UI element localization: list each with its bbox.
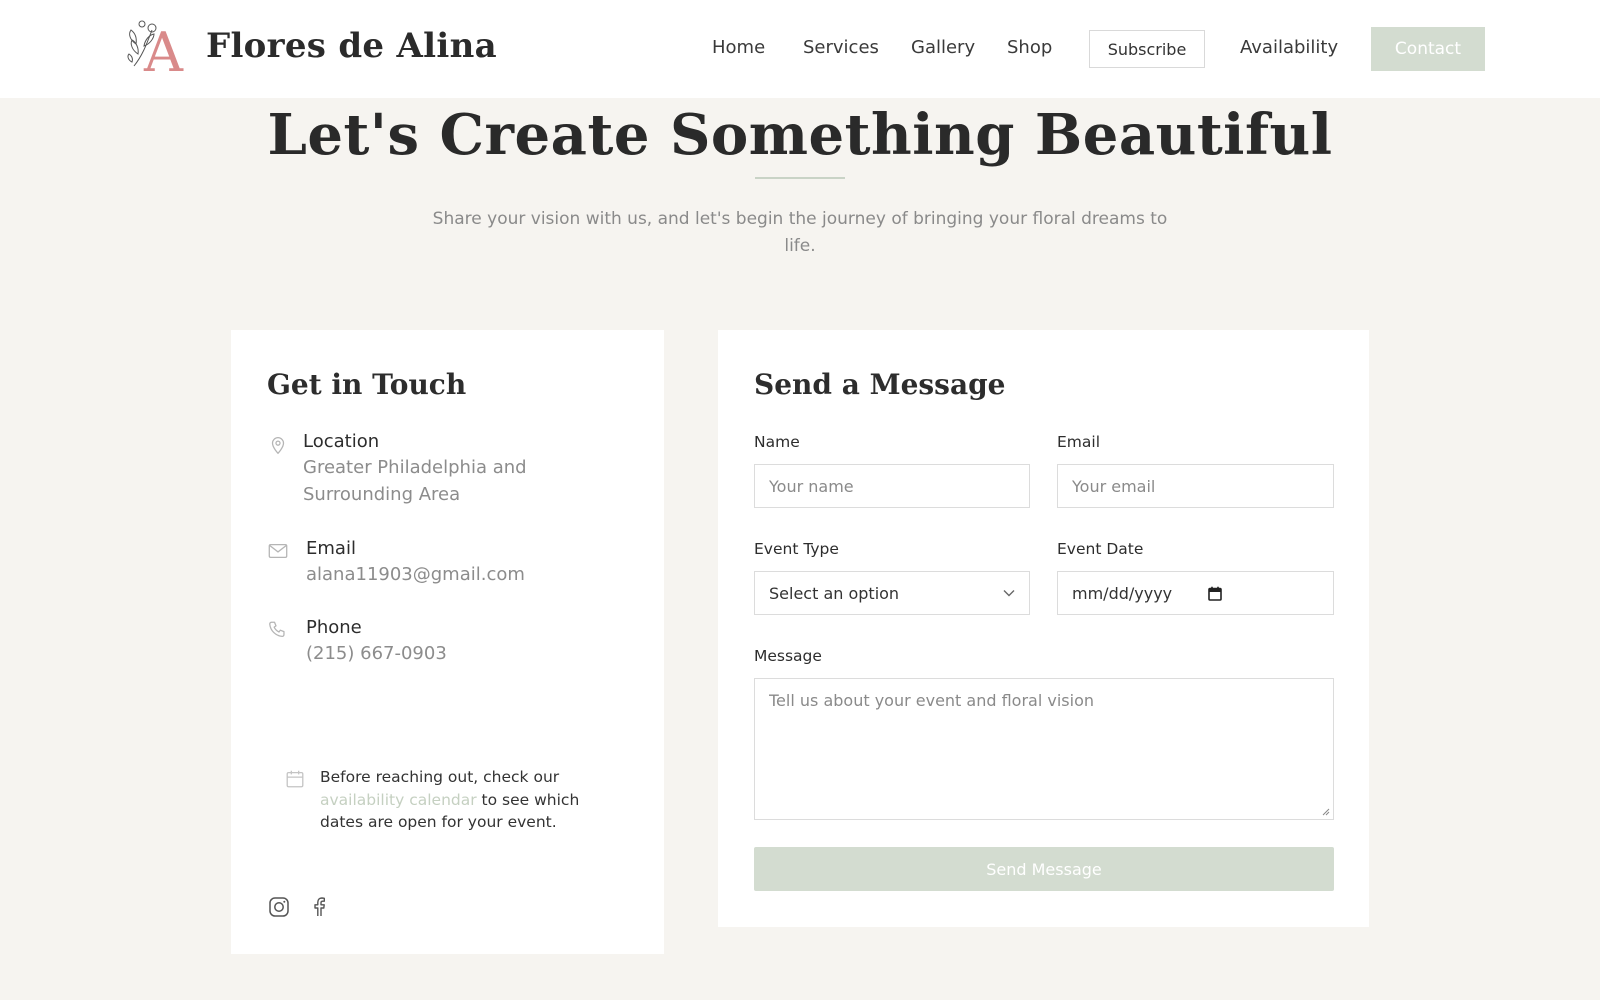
email-field-label: Email [1057, 433, 1101, 451]
calendar-icon [286, 770, 304, 788]
page-subtitle: Share your vision with us, and let's beg… [432, 209, 1168, 256]
calendar-picker-icon[interactable] [1208, 586, 1222, 601]
phone-icon [269, 621, 285, 638]
contact-info-title: Get in Touch [267, 368, 467, 401]
page-title: Let's Create Something Beautiful [267, 102, 1333, 168]
contact-button[interactable]: Contact [1371, 27, 1485, 71]
nav-availability[interactable]: Availability [1240, 37, 1338, 58]
message-form-card: Send a Message Name Email Event Type Sel… [718, 330, 1369, 927]
name-field-wrapper[interactable] [754, 464, 1030, 508]
event-type-label: Event Type [754, 540, 839, 558]
send-message-button[interactable]: Send Message [754, 847, 1334, 891]
name-label: Name [754, 433, 800, 451]
event-type-select[interactable]: Select an option [754, 571, 1030, 615]
message-field-wrapper[interactable] [754, 678, 1334, 820]
email-field-wrapper[interactable] [1057, 464, 1334, 508]
availability-calendar-link[interactable]: availability calendar [320, 791, 477, 809]
message-label: Message [754, 647, 822, 665]
message-form-title: Send a Message [754, 368, 1006, 401]
event-type-selected: Select an option [769, 583, 900, 603]
logo[interactable]: A [124, 16, 184, 84]
map-pin-icon [271, 437, 285, 455]
note-text-before: Before reaching out, check our [320, 768, 560, 786]
contact-info-card: Get in Touch Location Greater Philadelph… [231, 330, 664, 954]
nav-home[interactable]: Home [712, 37, 765, 58]
instagram-icon[interactable] [267, 895, 291, 919]
svg-text:A: A [143, 21, 184, 76]
message-textarea[interactable] [769, 691, 1333, 801]
email-label: Email [306, 538, 356, 559]
phone-value[interactable]: (215) 667-0903 [306, 640, 447, 667]
facebook-icon[interactable] [307, 895, 331, 919]
location-value: Greater Philadelphia and Surrounding Are… [303, 457, 527, 505]
nav-shop[interactable]: Shop [1007, 37, 1052, 58]
event-date-label: Event Date [1057, 540, 1144, 558]
name-input[interactable] [769, 476, 1029, 496]
location-label: Location [303, 431, 380, 452]
chevron-down-icon [1003, 590, 1015, 597]
event-date-field[interactable]: mm/dd/yyyy [1057, 571, 1334, 615]
nav-services[interactable]: Services [803, 37, 879, 58]
site-header: A Flores de Alina Home Services Gallery … [0, 0, 1600, 98]
email-value[interactable]: alana11903@gmail.com [306, 561, 525, 588]
resize-handle-icon[interactable] [1322, 808, 1330, 816]
flower-logo-icon: A [127, 20, 184, 84]
event-date-placeholder: mm/dd/yyyy [1072, 583, 1173, 603]
title-divider [755, 177, 845, 179]
nav-gallery[interactable]: Gallery [911, 37, 975, 58]
subscribe-button[interactable]: Subscribe [1089, 30, 1205, 68]
phone-label: Phone [306, 617, 362, 638]
mail-icon [268, 543, 288, 559]
availability-note: Before reaching out, check our availabil… [320, 766, 620, 834]
brand-name[interactable]: Flores de Alina [206, 26, 497, 66]
email-input[interactable] [1072, 476, 1333, 496]
